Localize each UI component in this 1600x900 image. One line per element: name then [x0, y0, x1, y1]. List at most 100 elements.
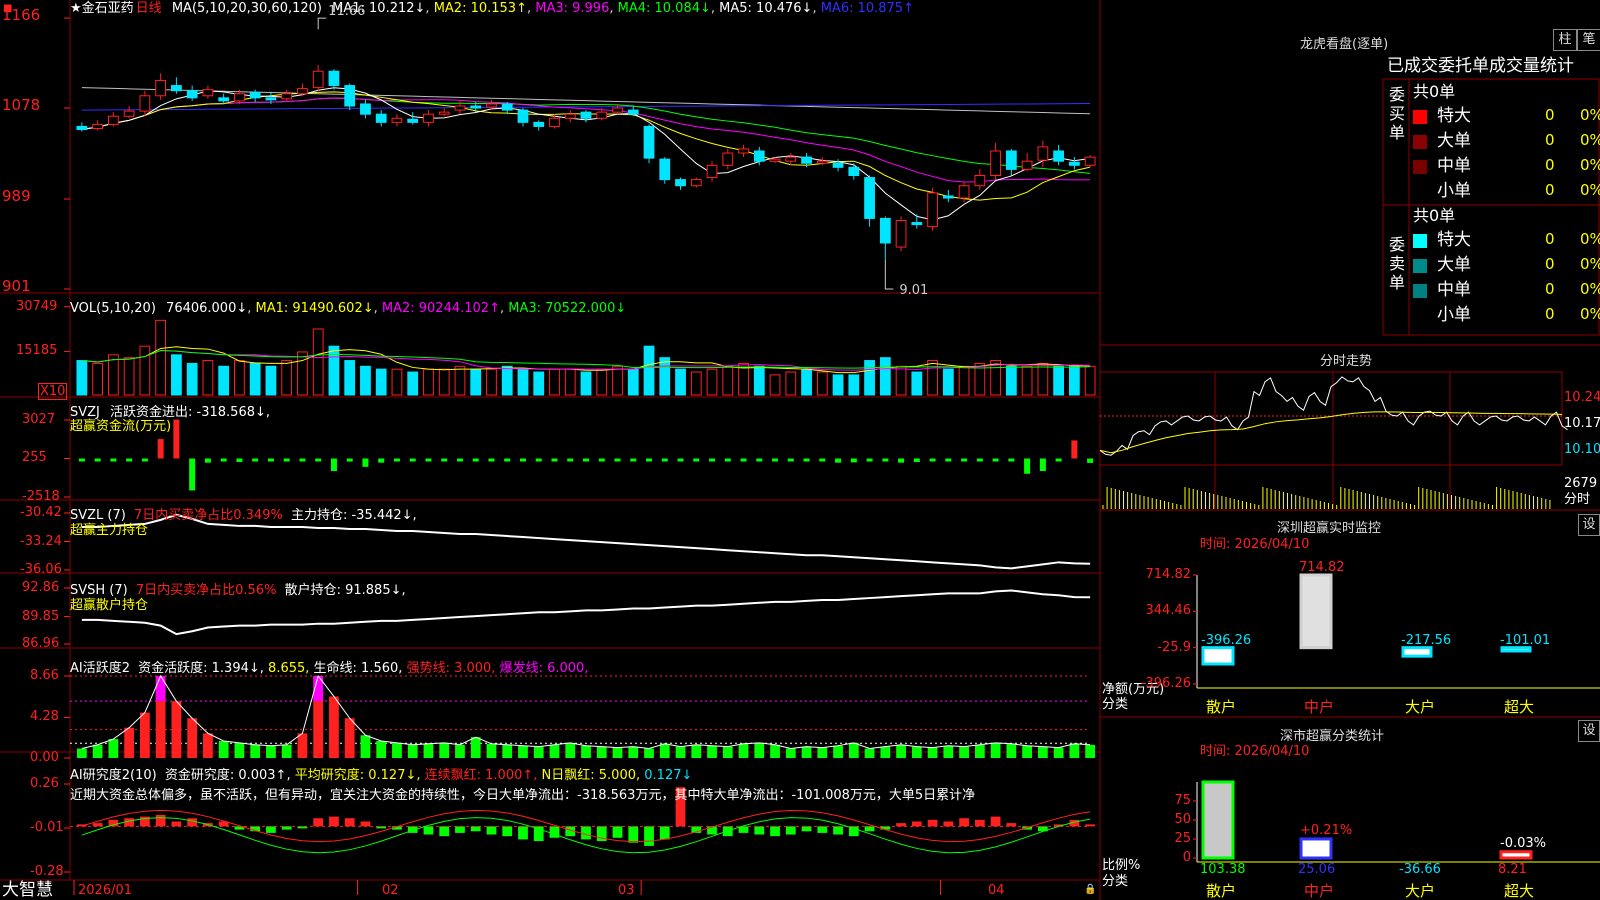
candle-body: [1084, 156, 1096, 166]
volume-bar: [139, 345, 151, 396]
activity-bar: [1022, 745, 1032, 758]
bar-view-button[interactable]: 柱: [1553, 29, 1577, 51]
sell-row-pct: 0%: [1580, 280, 1600, 298]
activity-bar: [801, 746, 812, 758]
period-label[interactable]: 日线: [136, 1, 162, 16]
ai-res-ytick-label: -0.28: [30, 864, 64, 879]
flow-bar: [267, 458, 274, 462]
flow-bar: [787, 458, 794, 462]
volume-bar: [454, 365, 466, 396]
research-bar: [959, 818, 969, 827]
buy-swatch: [1413, 135, 1427, 149]
svzl-sub: 超赢主力持仓: [70, 523, 149, 538]
volume-bar: [879, 357, 891, 396]
volume-bar: [848, 374, 860, 396]
activity-bar: [833, 745, 843, 758]
svzj-ytick-label: -2518: [22, 489, 60, 504]
volume-bar: [312, 328, 324, 396]
sell-row-pct: 0%: [1580, 255, 1600, 273]
vol-value: 76406.000↓: [166, 301, 248, 316]
candle-body: [108, 115, 119, 125]
lock-icon[interactable]: 🔒: [1084, 882, 1096, 897]
candle-body: [533, 121, 545, 127]
candle-body: [942, 195, 954, 199]
activity-bar: [864, 748, 875, 758]
research-bar: [155, 814, 166, 827]
candle-body: [722, 152, 734, 166]
flow-bar: [1055, 458, 1062, 462]
activity-bar: [549, 744, 560, 758]
sell-side-label: 委卖单: [1389, 235, 1406, 292]
activity-bar: [644, 748, 654, 758]
monitor-cat-label: 散户: [1206, 698, 1237, 716]
buy-total: 共0单: [1413, 82, 1456, 101]
buy-row-pct: 0%: [1580, 181, 1600, 199]
candle-body: [911, 222, 923, 226]
candle-body: [265, 97, 277, 101]
activity-bar: [266, 745, 276, 758]
volume-bar: [753, 365, 765, 396]
buy-row-pct: 0%: [1580, 106, 1600, 124]
volume-bar: [360, 365, 371, 396]
activity-bar: [533, 746, 544, 758]
volume-bar: [218, 365, 230, 396]
flow-bar: [378, 458, 385, 463]
sell-row-count: 0: [1545, 280, 1555, 298]
volume-bar: [249, 362, 261, 396]
classify-bar-value: 25.06: [1298, 862, 1336, 877]
monitor-settings-button[interactable]: 设: [1578, 514, 1600, 536]
activity-bar: [455, 744, 465, 758]
flow-bar: [409, 458, 416, 462]
volume-bar: [108, 354, 119, 396]
buy-row-count: 0: [1545, 181, 1555, 199]
sell-row-label: 大单: [1437, 255, 1471, 275]
buy-swatch: [1413, 160, 1427, 174]
volume-bar: [612, 365, 623, 396]
flow-bar: [315, 458, 322, 462]
volume-bar: [375, 368, 387, 396]
volume-bar: [864, 360, 875, 396]
candle-body: [486, 103, 497, 108]
ai-comment: 近期大资金总体偏多，虽不活跃，但有异动，宜关注大资金的持续性，今日大单净流出：-…: [70, 788, 976, 803]
buy-row-pct: 0%: [1580, 131, 1600, 149]
monitor-ytick-label: -25.9: [1157, 639, 1191, 655]
research-bar: [612, 826, 623, 838]
pen-view-button[interactable]: 笔: [1577, 29, 1600, 51]
sell-row-label: 小单: [1437, 305, 1471, 325]
flow-bar: [204, 458, 211, 463]
price-ytick-label: 901: [2, 276, 31, 295]
flow-bar: [693, 458, 700, 462]
volume-bar: [785, 371, 797, 396]
volume-bar: [580, 371, 592, 396]
ai-res-title: AI研究度2(10): [70, 768, 157, 783]
flow-bar: [835, 458, 842, 463]
ai-act-l4: 强势线: 3.000,: [406, 661, 496, 676]
flow-bar: [630, 458, 637, 462]
research-bar: [628, 826, 639, 843]
ai-res-ytick-label: -0.01: [30, 820, 64, 835]
candle-body: [470, 105, 482, 109]
volume-bar: [927, 360, 938, 396]
flow-bar: [330, 458, 337, 471]
candle-body: [139, 95, 151, 112]
activity-bar: [297, 733, 308, 758]
candle-body: [375, 113, 387, 123]
classify-settings-button[interactable]: 设: [1578, 720, 1600, 742]
brand-logo: 大智慧: [2, 880, 53, 900]
volume-bar: [265, 365, 277, 396]
intraday-vol-label: 2679: [1564, 476, 1598, 491]
candle-body: [297, 88, 308, 95]
research-bar: [360, 821, 371, 827]
research-bar: [344, 818, 355, 827]
volume-bar: [328, 345, 340, 396]
volume-bar: [76, 360, 88, 396]
flow-bar: [898, 458, 905, 463]
classify-ytick-label: 50: [1174, 812, 1191, 827]
ma2-value: MA2: 10.153↑: [433, 1, 527, 16]
activity-bar: [203, 733, 213, 758]
research-bar: [927, 819, 938, 827]
flow-bar: [551, 458, 558, 462]
svsh-ytick-label: 86.96: [22, 636, 60, 651]
flow-bar: [283, 458, 290, 462]
classify-cat-label: 大户: [1405, 882, 1436, 900]
